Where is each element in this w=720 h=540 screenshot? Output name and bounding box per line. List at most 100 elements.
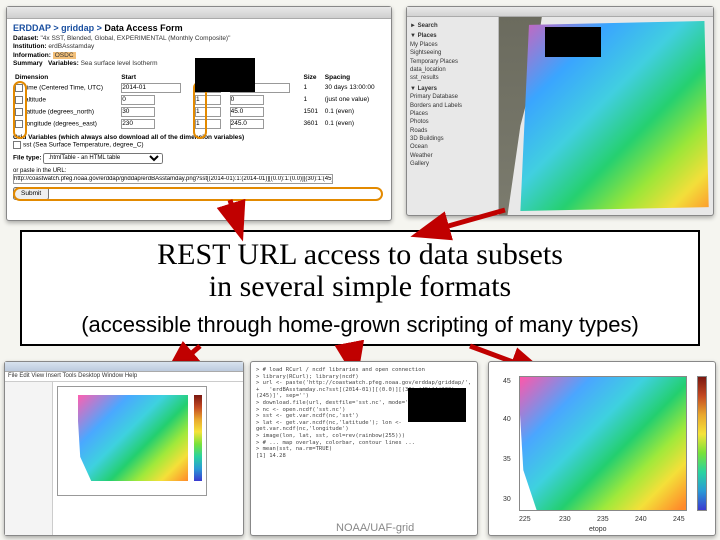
python-plot-window: 45 40 35 30 225 230 235 240 245 etopo — [488, 361, 716, 536]
col-spacing: Spacing — [323, 73, 385, 82]
spacing-value: 0.1 (even) — [323, 118, 385, 130]
headline-box: REST URL access to data subsets in sever… — [20, 230, 700, 346]
start-input[interactable] — [121, 95, 155, 105]
dim-label: time (Centered Time, UTC) — [25, 84, 103, 91]
sidebar-item-sst[interactable]: sst_results — [410, 74, 495, 82]
breadcrumb: ERDDAP > griddap > Data Access Form — [13, 23, 385, 33]
sidebar-layer[interactable]: Gallery — [410, 160, 495, 168]
col-start: Start — [119, 73, 193, 82]
size-value: 1501 — [301, 106, 322, 118]
xlabel: etopo — [589, 526, 607, 533]
erddap-form-window: ERDDAP > griddap > Data Access Form Data… — [6, 6, 392, 221]
erddap-titlebar — [7, 7, 391, 19]
sidebar-item-data[interactable]: data_location — [410, 66, 495, 74]
ytick: 45 — [503, 378, 511, 385]
ge-sidebar: ► Search ▼ Places My Places Sightseeing … — [407, 17, 499, 215]
sidebar-search-hdr[interactable]: ► Search — [410, 22, 495, 30]
dim-label: latitude (degrees_north) — [25, 108, 94, 115]
sidebar-layer[interactable]: Weather — [410, 152, 495, 160]
highlight-oval-icon — [13, 81, 27, 139]
xtick: 240 — [635, 516, 647, 523]
stop-input[interactable] — [230, 95, 264, 105]
ge-titlebar — [407, 7, 713, 17]
ge-map-viewport[interactable] — [499, 17, 713, 215]
filetype-row: File type: .htmlTable - an HTML table — [13, 153, 385, 164]
institution-label: Institution: — [13, 43, 47, 50]
variables-label: Variables: — [48, 60, 79, 67]
filetype-select[interactable]: .htmlTable - an HTML table — [43, 153, 163, 164]
xtick: 225 — [519, 516, 531, 523]
python-plot-axes — [519, 376, 687, 511]
sidebar-layer[interactable]: Primary Database — [410, 93, 495, 101]
colorbar-icon — [194, 395, 202, 481]
ytick: 30 — [503, 496, 511, 503]
sst-overlay-icon — [499, 17, 713, 215]
matlab-menu[interactable]: File Edit View Insert Tools Desktop Wind… — [5, 372, 243, 382]
dataset-name: "4x SST, Blended, Global, EXPERIMENTAL (… — [40, 35, 230, 42]
matlab-titlebar — [5, 362, 243, 372]
sst-label: sst (Sea Surface Temperature, degree_C) — [23, 141, 144, 148]
sidebar-layer[interactable]: Ocean — [410, 143, 495, 151]
start-input[interactable] — [121, 107, 155, 117]
ytick: 35 — [503, 456, 511, 463]
sst-checkbox[interactable] — [13, 141, 21, 149]
url-input[interactable] — [13, 174, 333, 184]
spacing-value: 0.1 (even) — [323, 106, 385, 118]
sidebar-places-hdr[interactable]: ▼ Places — [410, 32, 495, 40]
ytick: 40 — [503, 416, 511, 423]
sidebar-layer[interactable]: Borders and Labels — [410, 102, 495, 110]
redaction-box — [545, 27, 601, 57]
col-size: Size — [301, 73, 322, 82]
colorbar-icon — [697, 376, 707, 511]
google-earth-window: ► Search ▼ Places My Places Sightseeing … — [406, 6, 714, 216]
headline-line2: in several simple formats — [22, 270, 698, 304]
start-input[interactable] — [121, 119, 155, 129]
matlab-figure — [53, 382, 243, 535]
redaction-box — [195, 58, 255, 92]
sidebar-layers-hdr[interactable]: ▼ Layers — [410, 85, 495, 93]
sidebar-item-temp[interactable]: Temporary Places — [410, 58, 495, 66]
size-value: 3601 — [301, 118, 322, 130]
sst-heatmap-icon — [520, 377, 686, 510]
sidebar-layer[interactable]: Places — [410, 110, 495, 118]
sidebar-layer[interactable]: Photos — [410, 118, 495, 126]
page-title: Data Access Form — [104, 23, 182, 33]
start-input[interactable] — [121, 83, 181, 93]
stop-input[interactable] — [230, 107, 264, 117]
xtick: 245 — [673, 516, 685, 523]
dim-label: altitude — [25, 96, 46, 103]
summary-label: Summary — [13, 60, 43, 67]
filetype-label: File type: — [13, 154, 42, 161]
footer-label: NOAA/UAF-grid — [336, 522, 414, 534]
sidebar-layer[interactable]: Roads — [410, 127, 495, 135]
headline-line3: (accessible through home-grown scripting… — [22, 312, 698, 338]
xtick: 235 — [597, 516, 609, 523]
spacing-value: 30 days 13:00:00 — [323, 82, 385, 94]
size-value: 1 — [301, 94, 322, 106]
size-value: 1 — [301, 82, 322, 94]
institution-value: erdBAsstamday — [48, 43, 94, 50]
sidebar-layer[interactable]: 3D Buildings — [410, 135, 495, 143]
info-label: Information: — [13, 52, 51, 59]
spacing-value: (just one value) — [323, 94, 385, 106]
slide-stage: ERDDAP > griddap > Data Access Form Data… — [0, 0, 720, 540]
matlab-window: File Edit View Insert Tools Desktop Wind… — [4, 361, 244, 536]
osdc-badge: OSDC — [53, 52, 76, 59]
matlab-plot — [57, 386, 207, 496]
dataset-label: Dataset: — [13, 35, 39, 42]
crumb-erddap[interactable]: ERDDAP — [13, 23, 51, 33]
sidebar-item-myplaces[interactable]: My Places — [410, 41, 495, 49]
crumb-griddap[interactable]: griddap — [61, 23, 94, 33]
stop-input[interactable] — [230, 119, 264, 129]
matlab-body — [5, 382, 243, 535]
dim-label: longitude (degrees_east) — [25, 120, 97, 127]
grid-vars-label: Grid Variables (which always also downlo… — [13, 134, 244, 141]
sst-heatmap-icon — [78, 395, 188, 481]
highlight-oval-icon — [13, 187, 383, 201]
variables-value: Sea surface level Isotherm — [81, 60, 158, 67]
headline-line1: REST URL access to data subsets — [22, 238, 698, 272]
sidebar-item-sightseeing[interactable]: Sightseeing — [410, 49, 495, 57]
xtick: 230 — [559, 516, 571, 523]
col-dimension: Dimension — [13, 73, 119, 82]
matlab-sidebar — [5, 382, 53, 535]
